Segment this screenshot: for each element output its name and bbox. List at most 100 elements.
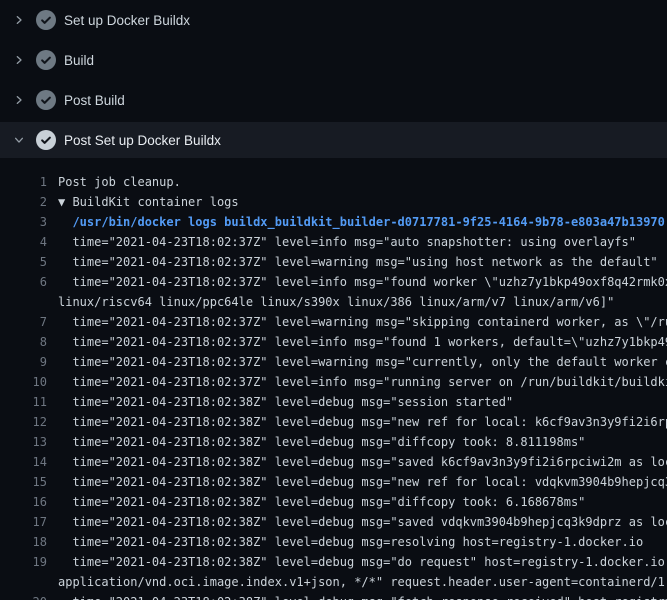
line-text-content: time="2021-04-23T18:02:38Z" level=debug … bbox=[58, 455, 667, 469]
line-text: application/vnd.oci.image.index.v1+json,… bbox=[58, 572, 667, 592]
line-number[interactable]: 8 bbox=[16, 332, 47, 352]
line-text: linux/riscv64 linux/ppc64le linux/s390x … bbox=[58, 292, 614, 312]
line-text-content: application/vnd.oci.image.index.v1+json,… bbox=[58, 575, 667, 589]
line-text: time="2021-04-23T18:02:37Z" level=info m… bbox=[58, 332, 667, 352]
log-line[interactable]: 6 time="2021-04-23T18:02:37Z" level=info… bbox=[0, 272, 667, 292]
line-text-content: BuildKit container logs bbox=[72, 195, 238, 209]
log-line[interactable]: 7 time="2021-04-23T18:02:37Z" level=warn… bbox=[0, 312, 667, 332]
line-number[interactable] bbox=[16, 292, 47, 312]
line-text-content: time="2021-04-23T18:02:38Z" level=debug … bbox=[58, 515, 667, 529]
line-number[interactable]: 10 bbox=[16, 372, 47, 392]
line-text-content: time="2021-04-23T18:02:37Z" level=info m… bbox=[58, 235, 636, 249]
line-text-content: time="2021-04-23T18:02:37Z" level=info m… bbox=[58, 335, 667, 349]
line-number[interactable]: 7 bbox=[16, 312, 47, 332]
line-number[interactable]: 6 bbox=[16, 272, 47, 292]
chevron-right-icon[interactable] bbox=[13, 54, 25, 66]
step-label: Set up Docker Buildx bbox=[64, 13, 190, 28]
line-text: time="2021-04-23T18:02:38Z" level=debug … bbox=[58, 492, 585, 512]
step-header[interactable]: Post Build bbox=[0, 80, 667, 120]
line-text-content: time="2021-04-23T18:02:37Z" level=info m… bbox=[58, 275, 667, 289]
log-line[interactable]: 1 Post job cleanup. bbox=[0, 172, 667, 192]
log-line[interactable]: linux/riscv64 linux/ppc64le linux/s390x … bbox=[0, 292, 667, 312]
line-text-content: time="2021-04-23T18:02:38Z" level=debug … bbox=[58, 435, 585, 449]
log-line[interactable]: 14 time="2021-04-23T18:02:38Z" level=deb… bbox=[0, 452, 667, 472]
line-number[interactable]: 19 bbox=[16, 552, 47, 572]
line-text-content: Post job cleanup. bbox=[58, 175, 181, 189]
chevron-down-icon[interactable] bbox=[13, 134, 25, 146]
line-text: time="2021-04-23T18:02:38Z" level=debug … bbox=[58, 412, 667, 432]
steps-list: Set up Docker Buildx Build Post Buil bbox=[0, 0, 667, 158]
log-line[interactable]: 9 time="2021-04-23T18:02:37Z" level=warn… bbox=[0, 352, 667, 372]
line-text-content: /usr/bin/docker logs buildx_buildkit_bui… bbox=[58, 215, 665, 229]
line-text: time="2021-04-23T18:02:37Z" level=info m… bbox=[58, 272, 667, 292]
line-number[interactable]: 1 bbox=[16, 172, 47, 192]
line-text-content: time="2021-04-23T18:02:37Z" level=warnin… bbox=[58, 255, 658, 269]
log-line[interactable]: 4 time="2021-04-23T18:02:37Z" level=info… bbox=[0, 232, 667, 252]
chevron-right-icon[interactable] bbox=[13, 94, 25, 106]
line-text: time="2021-04-23T18:02:37Z" level=warnin… bbox=[58, 312, 667, 332]
group-toggle-icon[interactable]: ▼ bbox=[58, 195, 72, 209]
line-text: time="2021-04-23T18:02:38Z" level=debug … bbox=[58, 472, 667, 492]
line-text: ▼ BuildKit container logs bbox=[58, 192, 239, 212]
line-number[interactable]: 12 bbox=[16, 412, 47, 432]
log-area: 1 Post job cleanup. 2 ▼ BuildKit contain… bbox=[0, 160, 667, 600]
line-text: time="2021-04-23T18:02:37Z" level=warnin… bbox=[58, 352, 667, 372]
line-number[interactable]: 11 bbox=[16, 392, 47, 412]
log-line[interactable]: 15 time="2021-04-23T18:02:38Z" level=deb… bbox=[0, 472, 667, 492]
log-line[interactable]: 20 time="2021-04-23T18:02:38Z" level=deb… bbox=[0, 592, 667, 600]
line-number[interactable]: 15 bbox=[16, 472, 47, 492]
log-line[interactable]: 3 /usr/bin/docker logs buildx_buildkit_b… bbox=[0, 212, 667, 232]
line-text: time="2021-04-23T18:02:37Z" level=warnin… bbox=[58, 252, 658, 272]
log-line[interactable]: 5 time="2021-04-23T18:02:37Z" level=warn… bbox=[0, 252, 667, 272]
log-line[interactable]: 18 time="2021-04-23T18:02:38Z" level=deb… bbox=[0, 532, 667, 552]
log-line[interactable]: 17 time="2021-04-23T18:02:38Z" level=deb… bbox=[0, 512, 667, 532]
step-header[interactable]: Post Set up Docker Buildx bbox=[0, 122, 667, 158]
line-text: time="2021-04-23T18:02:38Z" level=debug … bbox=[58, 452, 667, 472]
line-text: time="2021-04-23T18:02:38Z" level=debug … bbox=[58, 532, 643, 552]
workflow-log-panel: Set up Docker Buildx Build Post Buil bbox=[0, 0, 667, 600]
line-number[interactable] bbox=[16, 572, 47, 592]
line-text: time="2021-04-23T18:02:38Z" level=debug … bbox=[58, 392, 513, 412]
line-number[interactable]: 16 bbox=[16, 492, 47, 512]
check-circle-icon bbox=[36, 10, 56, 30]
log-line[interactable]: 11 time="2021-04-23T18:02:38Z" level=deb… bbox=[0, 392, 667, 412]
log-line[interactable]: 13 time="2021-04-23T18:02:38Z" level=deb… bbox=[0, 432, 667, 452]
chevron-right-icon[interactable] bbox=[13, 14, 25, 26]
line-text-content: time="2021-04-23T18:02:38Z" level=debug … bbox=[58, 415, 667, 429]
line-number[interactable]: 4 bbox=[16, 232, 47, 252]
line-number[interactable]: 2 bbox=[16, 192, 47, 212]
line-text: time="2021-04-23T18:02:38Z" level=debug … bbox=[58, 552, 667, 572]
step-header[interactable]: Build bbox=[0, 40, 667, 80]
log-line[interactable]: 2 ▼ BuildKit container logs bbox=[0, 192, 667, 212]
line-number[interactable]: 20 bbox=[16, 592, 47, 600]
line-text-content: time="2021-04-23T18:02:38Z" level=debug … bbox=[58, 475, 667, 489]
line-text: time="2021-04-23T18:02:37Z" level=info m… bbox=[58, 232, 636, 252]
line-number[interactable]: 18 bbox=[16, 532, 47, 552]
line-text-content: time="2021-04-23T18:02:38Z" level=debug … bbox=[58, 395, 513, 409]
line-number[interactable]: 9 bbox=[16, 352, 47, 372]
log-line[interactable]: 10 time="2021-04-23T18:02:37Z" level=inf… bbox=[0, 372, 667, 392]
log-line[interactable]: 12 time="2021-04-23T18:02:38Z" level=deb… bbox=[0, 412, 667, 432]
line-text: time="2021-04-23T18:02:38Z" level=debug … bbox=[58, 512, 667, 532]
log-line[interactable]: 16 time="2021-04-23T18:02:38Z" level=deb… bbox=[0, 492, 667, 512]
line-number[interactable]: 13 bbox=[16, 432, 47, 452]
check-circle-icon bbox=[36, 90, 56, 110]
line-text-content: time="2021-04-23T18:02:38Z" level=debug … bbox=[58, 595, 667, 600]
log-line[interactable]: 19 time="2021-04-23T18:02:38Z" level=deb… bbox=[0, 552, 667, 572]
line-text-content: time="2021-04-23T18:02:38Z" level=debug … bbox=[58, 495, 585, 509]
line-number[interactable]: 5 bbox=[16, 252, 47, 272]
line-text: time="2021-04-23T18:02:38Z" level=debug … bbox=[58, 432, 585, 452]
log-line[interactable]: application/vnd.oci.image.index.v1+json,… bbox=[0, 572, 667, 592]
step-label: Post Build bbox=[64, 93, 125, 108]
line-text: Post job cleanup. bbox=[58, 172, 181, 192]
line-number[interactable]: 3 bbox=[16, 212, 47, 232]
line-number[interactable]: 17 bbox=[16, 512, 47, 532]
line-text-content: linux/riscv64 linux/ppc64le linux/s390x … bbox=[58, 295, 614, 309]
line-text: time="2021-04-23T18:02:37Z" level=info m… bbox=[58, 372, 667, 392]
line-text-content: time="2021-04-23T18:02:38Z" level=debug … bbox=[58, 535, 643, 549]
line-number[interactable]: 14 bbox=[16, 452, 47, 472]
line-text-content: time="2021-04-23T18:02:37Z" level=warnin… bbox=[58, 315, 667, 329]
step-header[interactable]: Set up Docker Buildx bbox=[0, 0, 667, 40]
check-circle-icon bbox=[36, 50, 56, 70]
log-line[interactable]: 8 time="2021-04-23T18:02:37Z" level=info… bbox=[0, 332, 667, 352]
